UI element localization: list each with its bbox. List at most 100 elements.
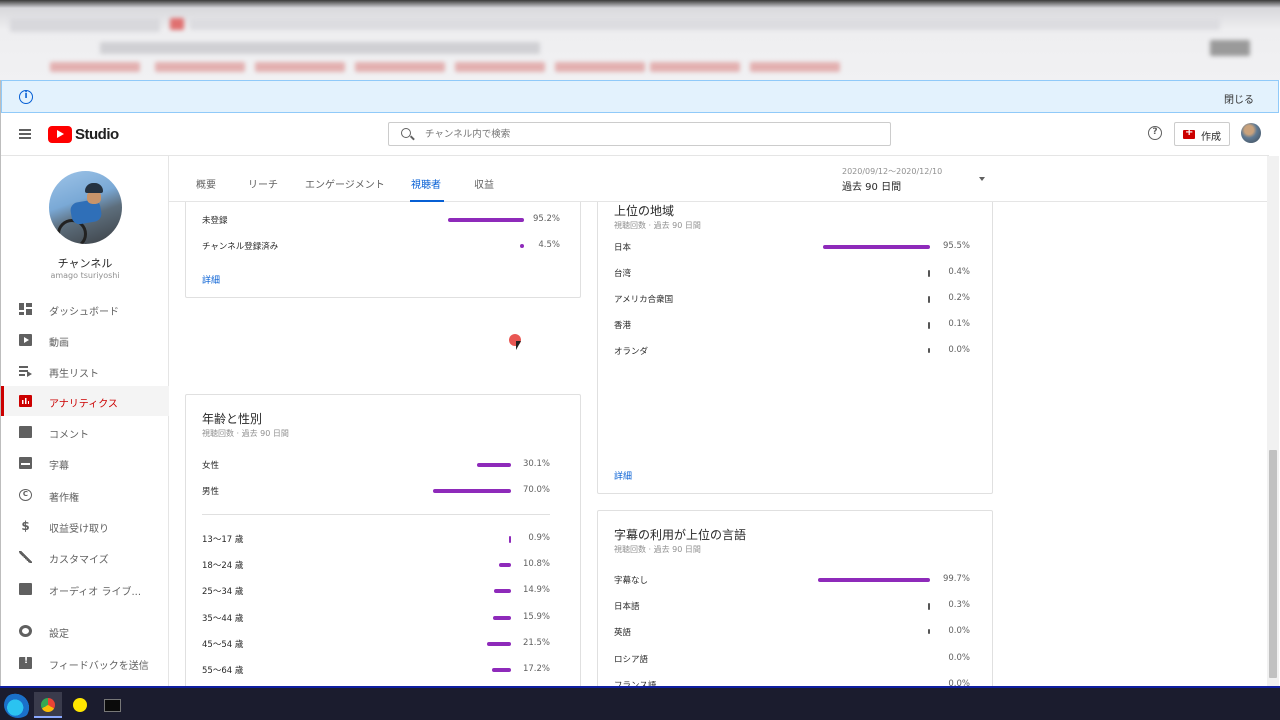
row-value: 0.2% — [948, 293, 970, 303]
copyright-icon: C — [19, 489, 32, 501]
gear-icon — [19, 625, 32, 637]
sidebar-item-subtitles[interactable]: 字幕 — [1, 448, 169, 478]
tab-reach[interactable]: リーチ — [248, 176, 278, 191]
subscription-row: 未登録 95.2% — [202, 214, 566, 228]
row-bar — [432, 489, 511, 493]
sidebar-item-settings[interactable]: 設定 — [1, 616, 169, 646]
sidebar-item-dashboard[interactable]: ダッシュボード — [1, 294, 169, 324]
card-subtitle: 視聴回数 · 過去 90 日間 — [614, 221, 701, 230]
search-box[interactable] — [388, 122, 891, 146]
card-subtitle: 視聴回数 · 過去 90 日間 — [202, 429, 289, 438]
tab-engagement[interactable]: エンゲージメント — [305, 176, 385, 191]
row-bar — [447, 218, 524, 222]
age-row: 18〜24 歳 10.8% — [202, 559, 566, 573]
studio-logo[interactable]: Studio — [48, 125, 119, 143]
row-label: 55〜64 歳 — [202, 666, 244, 676]
sidebar-item-label: オーディオ ライブ... — [49, 587, 142, 598]
hamburger-menu-icon[interactable] — [19, 129, 31, 139]
sidebar-item-customize[interactable]: カスタマイズ — [1, 542, 169, 572]
geo-row: 台湾 0.4% — [614, 267, 978, 281]
row-value: 99.7% — [942, 574, 970, 584]
search-input[interactable] — [425, 126, 865, 142]
help-icon[interactable]: ? — [1148, 126, 1162, 140]
sidebar-item-monetization[interactable]: $ 収益受け取り — [1, 511, 169, 541]
sidebar-item-label: コメント — [49, 430, 89, 441]
date-range-text: 2020/09/12〜2020/12/10 — [842, 167, 943, 176]
details-link[interactable]: 詳細 — [202, 273, 220, 286]
scrollbar-thumb[interactable] — [1269, 450, 1277, 678]
sidebar-item-feedback[interactable]: フィードバックを送信 — [1, 648, 169, 678]
sidebar-item-label: ダッシュボード — [49, 307, 119, 318]
card-subtitle: 視聴回数 · 過去 90 日間 — [614, 545, 701, 554]
sidebar-item-playlists[interactable]: 再生リスト — [1, 356, 169, 386]
chrome-browser-icon[interactable] — [34, 692, 62, 718]
create-button[interactable]: 作成 — [1174, 122, 1230, 146]
magic-wand-icon — [19, 551, 32, 563]
os-taskbar — [0, 686, 1280, 720]
age-row: 55〜64 歳 17.2% — [202, 664, 566, 678]
info-icon: i — [19, 90, 33, 104]
age-row: 25〜34 歳 14.9% — [202, 585, 566, 599]
language-row: ロシア語 0.0% — [614, 653, 978, 667]
gender-row: 女性 30.1% — [202, 459, 566, 473]
search-icon — [401, 128, 411, 138]
channel-label: チャンネル — [57, 257, 113, 270]
row-value: 0.9% — [528, 533, 550, 543]
card-title: 上位の地域 — [614, 204, 675, 218]
terminal-app-icon[interactable] — [98, 692, 126, 718]
analytics-icon — [19, 395, 32, 407]
row-value: 0.3% — [948, 600, 970, 611]
row-label: チャンネル登録済み — [202, 242, 279, 252]
audio-library-icon — [19, 583, 32, 595]
sidebar-item-comments[interactable]: コメント — [1, 417, 169, 447]
subscription-status-card: 未登録 95.2% チャンネル登録済み 4.5% 詳細 — [185, 202, 581, 298]
row-value: 0.1% — [948, 319, 970, 329]
row-value: 95.2% — [532, 214, 560, 224]
row-value: 0.0% — [948, 652, 970, 663]
row-value: 95.5% — [942, 241, 970, 251]
sidebar-item-copyright[interactable]: C 著作権 — [1, 480, 169, 510]
row-value: 10.8% — [522, 559, 550, 570]
sidebar-item-videos[interactable]: 動画 — [1, 325, 169, 355]
row-label: 未登録 — [202, 216, 228, 226]
age-row: 45〜54 歳 21.5% — [202, 638, 566, 652]
row-value: 70.0% — [522, 485, 550, 495]
row-label: 日本語 — [614, 602, 640, 613]
yellow-app-icon[interactable] — [66, 692, 94, 718]
tab-audience[interactable]: 視聴者 — [411, 176, 441, 191]
sidebar-item-label: 収益受け取り — [49, 524, 109, 535]
chevron-down-icon[interactable] — [979, 177, 985, 181]
tab-overview[interactable]: 概要 — [196, 176, 216, 191]
sidebar-item-audio-library[interactable]: オーディオ ライブ... — [1, 574, 169, 604]
analytics-content: 未登録 95.2% チャンネル登録済み 4.5% 詳細 年齢と性別 視聴回数 ·… — [170, 202, 1267, 686]
geo-row: オランダ 0.0% — [614, 345, 978, 359]
channel-handle: amago tsuriyoshi — [50, 271, 120, 280]
row-label: 13〜17 歳 — [202, 535, 244, 545]
row-label: 女性 — [202, 461, 220, 471]
dollar-icon: $ — [21, 519, 30, 533]
row-value: 0.0% — [948, 626, 970, 637]
row-bar — [823, 245, 930, 249]
channel-avatar[interactable] — [49, 171, 122, 244]
sidebar-item-analytics[interactable]: アナリティクス — [1, 386, 169, 416]
close-banner-link[interactable]: 閉じる — [1224, 91, 1254, 106]
row-label: 35〜44 歳 — [202, 613, 244, 624]
subtitle-languages-card: 字幕の利用が上位の言語 視聴回数 · 過去 90 日間 字幕なし 99.7% 日本語… — [597, 510, 993, 686]
row-value: 30.1% — [522, 459, 550, 469]
info-banner: i 閉じる — [1, 80, 1279, 113]
row-label: 18〜24 歳 — [202, 561, 244, 572]
tab-revenue[interactable]: 収益 — [474, 176, 494, 191]
playlist-icon — [19, 365, 32, 377]
edge-browser-icon[interactable] — [4, 692, 32, 718]
create-video-icon — [1183, 127, 1195, 139]
sidebar-item-label: フィードバックを送信 — [49, 661, 149, 672]
language-row: 日本語 0.3% — [614, 600, 978, 614]
account-avatar[interactable] — [1241, 123, 1261, 143]
page-scrollbar[interactable] — [1267, 156, 1279, 686]
date-period-select[interactable]: 過去 90 日間 — [842, 178, 901, 193]
row-label: 台湾 — [614, 269, 632, 279]
row-value: 0.4% — [948, 267, 970, 277]
geo-row: 日本 95.5% — [614, 241, 978, 255]
details-link[interactable]: 詳細 — [614, 469, 632, 482]
sidebar-item-label: 著作権 — [49, 493, 79, 504]
